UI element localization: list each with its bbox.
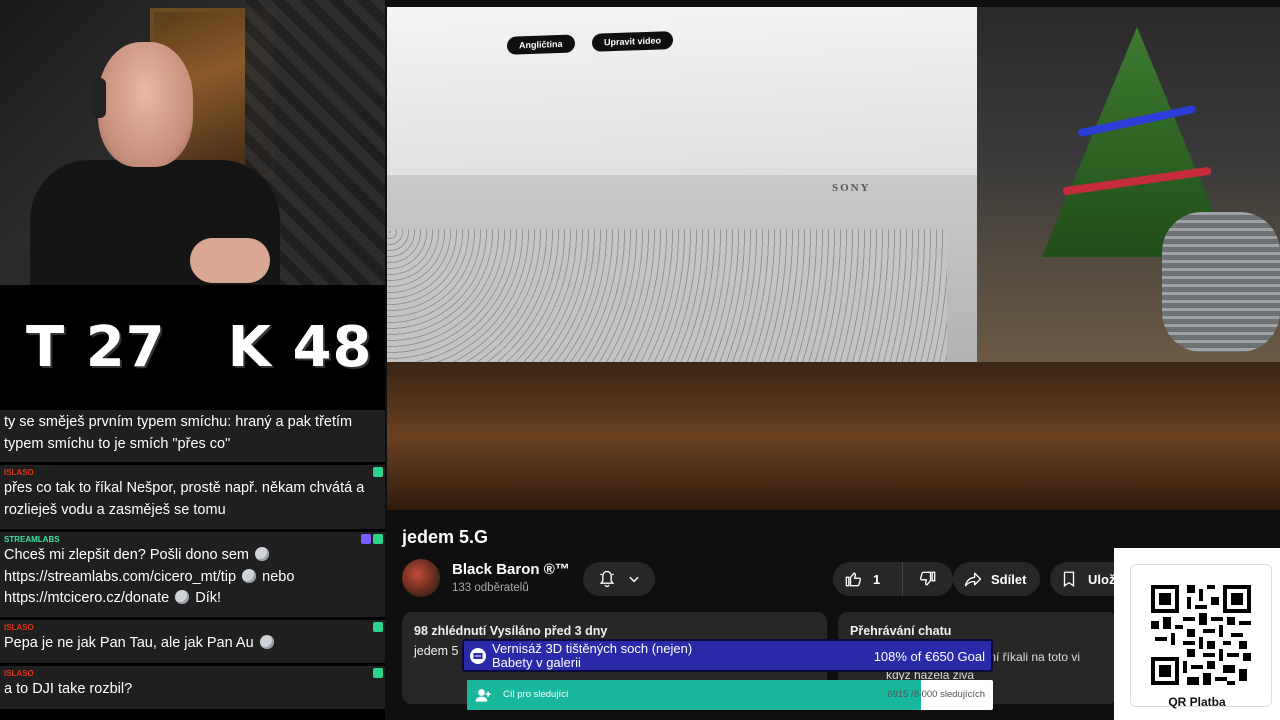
badge-icon: [373, 534, 383, 544]
chat-message: ISLASO přes co tak to říkal Nešpor, pros…: [0, 465, 385, 532]
like-dislike-group: 1: [833, 562, 953, 596]
chat-message: STREAMLABS Chceš mi zlepšit den? Pošli d…: [0, 532, 385, 620]
qr-label: QR Platba: [1168, 695, 1226, 709]
qr-code: [1151, 585, 1251, 685]
chevron-down-icon: [627, 572, 641, 586]
chat-message: ISLASO Pepa je ne jak Pan Tau, ale jak P…: [0, 620, 385, 666]
chat-badges: [373, 622, 383, 632]
chat-badges: [373, 668, 383, 678]
chat-message-text: přes co tak to říkal Nešpor, prostě např…: [4, 480, 365, 518]
chat-author: STREAMLABS: [4, 535, 60, 544]
view-stats: 98 zhlédnutí Vysíláno před 3 dny: [414, 624, 608, 638]
left-column: T 27 K 48 ty se směješ prvním typem smíc…: [0, 0, 385, 720]
chat-message-text: Chceš mi zlepšit den? Pošli dono sem htt…: [4, 545, 381, 610]
save-button[interactable]: Ulož: [1050, 562, 1120, 596]
badge-icon: [373, 467, 383, 477]
emote-icon: [242, 568, 257, 583]
save-label: Ulož: [1088, 571, 1116, 587]
chat-author: ISLASO: [4, 669, 34, 678]
channel-avatar[interactable]: [402, 559, 440, 597]
video-player[interactable]: Angličtina Upravit video SONY: [387, 7, 1280, 510]
channel-name[interactable]: Black Baron ®™: [452, 560, 570, 580]
chat-message: ISLASO a to DJI take rozbil?: [0, 666, 385, 712]
subscriber-count: 133 odběratelů: [452, 582, 529, 594]
screen-chip: Angličtina: [507, 34, 575, 55]
streamer-hand: [190, 238, 270, 283]
chat-text-part: Pepa je ne jak Pan Tau, ale jak Pan Au: [4, 635, 254, 651]
headset-icon: [92, 78, 106, 118]
chat-badges: [361, 534, 383, 544]
chat-message-text: Pepa je ne jak Pan Tau, ale jak Pan Au: [4, 633, 381, 655]
chat-author: ISLASO: [4, 623, 34, 632]
chat-text-part: nebo: [262, 568, 295, 585]
desk-surface: [387, 362, 1280, 510]
emote-icon: [175, 590, 190, 604]
qr-frame: [1130, 564, 1272, 707]
webcam-feed: [0, 0, 385, 285]
chat-message: ty se směješ prvním typem smíchu: hraný …: [0, 410, 385, 465]
chat-badges: [373, 467, 383, 477]
stream-layout: T 27 K 48 ty se směješ prvním typem smíc…: [0, 0, 1280, 720]
thumbs-down-icon: [918, 569, 938, 589]
donation-goal-overlay: Vernisáž 3D tištěných soch (nejen) Babet…: [462, 639, 993, 672]
emote-icon: [255, 547, 270, 561]
channel-row: Black Baron ®™ 133 odběratelů: [402, 558, 570, 598]
goal-amount: 108% of €650 Goal: [873, 649, 985, 664]
screen-chip: Upravit video: [592, 31, 674, 52]
bookmark-icon: [1060, 569, 1078, 589]
emote-icon: [259, 635, 274, 649]
share-icon: [963, 569, 983, 589]
goal-icon: [470, 648, 486, 664]
chat-message-text: ty se směješ prvním typem smíchu: hraný …: [4, 414, 353, 452]
chat-author: ISLASO: [4, 468, 34, 477]
share-label: Sdílet: [991, 571, 1027, 587]
counter-t: T 27: [26, 315, 166, 380]
follower-icon: [474, 685, 494, 705]
donate-link[interactable]: https://mtcicero.cz/donate: [4, 590, 169, 606]
like-count: 1: [873, 571, 881, 587]
chat-replay-title: Přehrávání chatu: [850, 624, 952, 638]
dislike-button[interactable]: [903, 562, 953, 596]
badge-icon: [373, 622, 383, 632]
qr-payment-panel: QR Platba: [1114, 548, 1280, 720]
monitor-screen: Angličtina Upravit video: [387, 7, 977, 198]
desk-fan: [1162, 212, 1280, 352]
follower-goal-count: 6915 /8 000 sledujících: [887, 689, 985, 700]
follower-goal-bar: Cíl pro sledující 6915 /8 000 sledujícíc…: [467, 680, 993, 710]
badge-icon: [361, 534, 371, 544]
brand-logo: SONY: [832, 182, 871, 194]
goal-title: Vernisáž 3D tištěných soch (nejen) Babet…: [492, 642, 692, 670]
counter-k: K 48: [227, 315, 373, 380]
channel-meta: Black Baron ®™ 133 odběratelů: [452, 560, 570, 596]
streamlabs-link[interactable]: https://streamlabs.com/cicero_mt/tip: [4, 569, 236, 585]
follower-goal-label: Cíl pro sledující: [503, 689, 569, 700]
video-title: jedem 5.G: [402, 527, 489, 547]
badge-icon: [373, 668, 383, 678]
chat-text-part: Dík!: [195, 590, 222, 606]
chat-message-text: a to DJI take rozbil?: [4, 681, 133, 697]
thumbs-up-icon: [843, 569, 863, 589]
like-button[interactable]: 1: [833, 562, 903, 596]
notification-button[interactable]: [583, 562, 655, 596]
chat-text-part: Chceš mi zlepšit den? Pošli dono sem: [4, 547, 250, 563]
streamer-head: [98, 42, 193, 167]
counters-overlay: T 27 K 48: [0, 285, 385, 410]
chat-panel: ty se směješ prvním typem smíchu: hraný …: [0, 410, 385, 720]
share-button[interactable]: Sdílet: [953, 562, 1040, 596]
goal-title-line: Vernisáž 3D tištěných soch (nejen): [492, 641, 693, 656]
goal-title-line: Babety v galerii: [492, 655, 581, 670]
bell-icon: [597, 569, 617, 589]
